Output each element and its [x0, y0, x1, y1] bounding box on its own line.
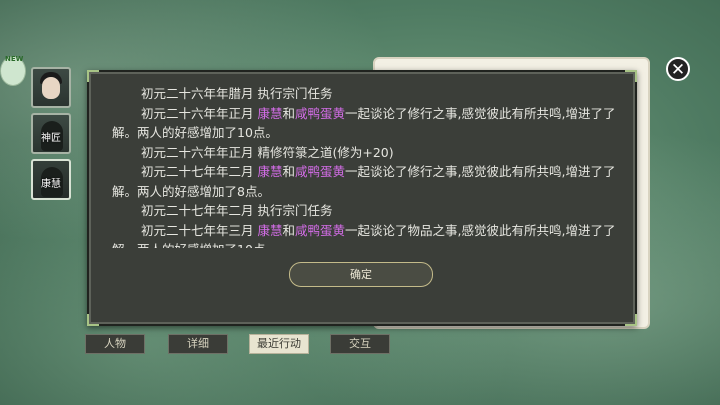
- avatar-kanghui[interactable]: 康慧: [31, 159, 71, 200]
- avatar-name: 神匠: [41, 133, 61, 144]
- new-badge-label: NEW: [5, 55, 24, 63]
- close-button[interactable]: ✕: [666, 57, 690, 81]
- character-name: 咸鸭蛋黄: [295, 105, 346, 121]
- confirm-button[interactable]: 确定: [289, 262, 433, 287]
- log-entry: 初元二十六年年正月 康慧和咸鸭蛋黄一起谈论了修行之事,感觉彼此有所共鸣,增进了了…: [112, 104, 617, 143]
- corner-ornament: [87, 70, 99, 82]
- log-entry: 初元二十七年年三月 康慧和咸鸭蛋黄一起谈论了物品之事,感觉彼此有所共鸣,增进了了…: [112, 221, 617, 249]
- character-name: 康慧: [257, 105, 283, 121]
- log-entry-date: 初元二十七年年三月: [141, 222, 258, 238]
- log-entry-date: 初元二十六年年正月: [141, 105, 258, 121]
- log-entry-text: 初元二十七年年二月 执行宗门任务: [141, 203, 333, 218]
- log-entry-text: 和: [282, 222, 296, 238]
- corner-ornament: [625, 314, 637, 326]
- avatar-character-1[interactable]: [31, 67, 71, 108]
- corner-ornament: [87, 314, 99, 326]
- avatar-name: 康慧: [41, 179, 61, 190]
- recent-actions-dialog: 初元二十六年年腊月 执行宗门任务初元二十六年年正月 康慧和咸鸭蛋黄一起谈论了修行…: [87, 70, 637, 326]
- character-name: 咸鸭蛋黄: [295, 164, 346, 179]
- tab-character[interactable]: 人物: [85, 334, 145, 354]
- new-badge-icon[interactable]: NEW: [0, 55, 26, 86]
- action-log[interactable]: 初元二十六年年腊月 执行宗门任务初元二十六年年正月 康慧和咸鸭蛋黄一起谈论了修行…: [112, 84, 617, 248]
- log-entry: 初元二十七年年二月 执行宗门任务: [112, 201, 617, 221]
- tab-recent-actions[interactable]: 最近行动: [249, 334, 309, 354]
- log-entry-text: 初元二十六年年腊月 执行宗门任务: [141, 86, 333, 101]
- tab-interact[interactable]: 交互: [330, 334, 390, 354]
- tab-details[interactable]: 详细: [168, 334, 228, 354]
- character-name: 康慧: [257, 222, 283, 238]
- character-name: 康慧: [257, 164, 283, 179]
- log-entry-text: 初元二十六年年正月 精修符箓之道(修为+20): [141, 144, 394, 160]
- log-entry: 初元二十七年年二月 康慧和咸鸭蛋黄一起谈论了修行之事,感觉彼此有所共鸣,增进了了…: [112, 162, 617, 201]
- log-entry-text: 和: [282, 105, 296, 121]
- log-entry-date: 初元二十七年年二月: [141, 164, 258, 179]
- log-entry-text: 和: [282, 164, 296, 179]
- corner-ornament: [625, 70, 637, 82]
- log-entry: 初元二十六年年腊月 执行宗门任务: [112, 84, 617, 104]
- avatar-face: [42, 77, 60, 99]
- character-name: 咸鸭蛋黄: [295, 222, 346, 238]
- avatar-shenjiang[interactable]: 神匠: [31, 113, 71, 154]
- log-entry: 初元二十六年年正月 精修符箓之道(修为+20): [112, 143, 617, 163]
